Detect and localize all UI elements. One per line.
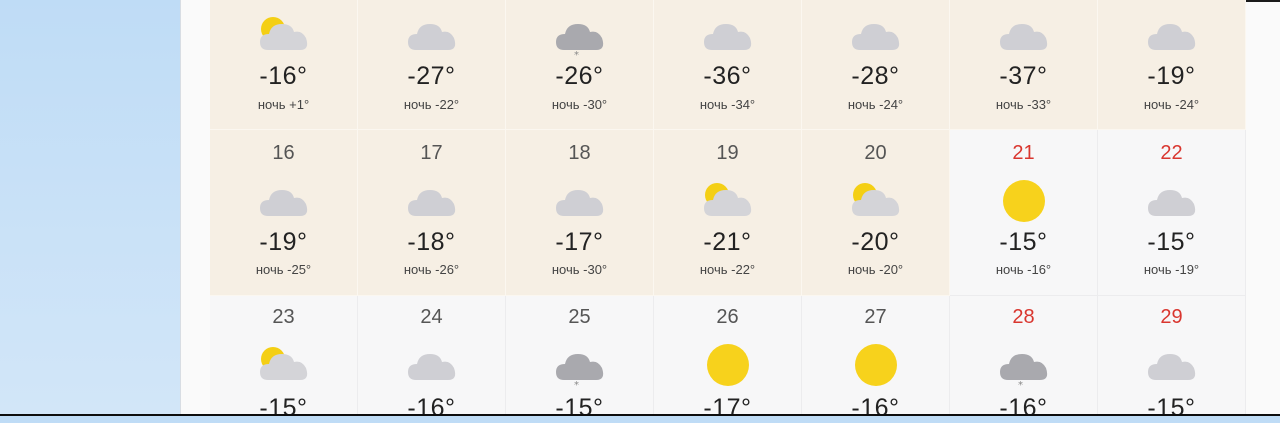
- night-temperature: ночь +1°: [257, 97, 310, 112]
- day-cell[interactable]: 18 -17° ночь -30°: [506, 130, 654, 296]
- night-temperature: ночь -22°: [699, 262, 756, 277]
- day-temperature: -16°: [407, 394, 456, 422]
- day-number: 21: [1012, 142, 1035, 164]
- day-cell[interactable]: -28° ночь -24°: [802, 0, 950, 130]
- day-temperature: -19°: [259, 228, 308, 256]
- cloudy-icon: [404, 342, 460, 388]
- snow-cloud-icon: *: [552, 12, 608, 61]
- cloudy-icon: [404, 12, 460, 58]
- day-number: 29: [1160, 306, 1183, 328]
- day-temperature: -15°: [1147, 228, 1196, 256]
- cloudy-icon: [404, 178, 460, 224]
- day-cell[interactable]: 16 -19° ночь -25°: [210, 130, 358, 296]
- day-temperature: -15°: [999, 228, 1048, 256]
- day-temperature: -26°: [555, 62, 604, 90]
- day-number: 17: [420, 142, 443, 164]
- day-temperature: -17°: [703, 394, 752, 422]
- day-cell[interactable]: 27 -16°: [802, 296, 950, 422]
- day-cell[interactable]: 19 -21° ночь -22°: [654, 130, 802, 296]
- day-temperature: -36°: [703, 62, 752, 90]
- night-temperature: ночь -30°: [551, 97, 608, 112]
- day-cell[interactable]: 22 -15° ночь -19°: [1098, 130, 1246, 296]
- night-temperature: ночь -24°: [1143, 97, 1200, 112]
- cloudy-icon: [552, 178, 608, 224]
- day-temperature: -15°: [1147, 394, 1196, 422]
- day-number: 20: [864, 142, 887, 164]
- day-cell[interactable]: 24 -16°: [358, 296, 506, 422]
- day-temperature: -18°: [407, 228, 456, 256]
- cloudy-icon: [700, 12, 756, 58]
- day-number: 25: [568, 306, 591, 328]
- day-number: 26: [716, 306, 739, 328]
- sun-icon: [848, 342, 904, 388]
- snow-cloud-icon: *: [996, 342, 1052, 391]
- svg-text:*: *: [574, 50, 579, 58]
- day-temperature: -16°: [851, 394, 900, 422]
- day-temperature: -21°: [703, 228, 752, 256]
- night-temperature: ночь -26°: [403, 262, 460, 277]
- svg-text:*: *: [1018, 380, 1023, 388]
- day-cell[interactable]: 26 -17°: [654, 296, 802, 422]
- night-temperature: ночь -25°: [255, 262, 312, 277]
- day-temperature: -19°: [1147, 62, 1196, 90]
- night-temperature: ночь -33°: [995, 97, 1052, 112]
- partly-cloudy-icon: [256, 12, 312, 58]
- day-number: 24: [420, 306, 443, 328]
- cloudy-icon: [1144, 12, 1200, 58]
- day-number: 27: [864, 306, 887, 328]
- day-cell[interactable]: -16° ночь +1°: [210, 0, 358, 130]
- night-temperature: ночь -34°: [699, 97, 756, 112]
- night-temperature: ночь -30°: [551, 262, 608, 277]
- day-cell[interactable]: -19° ночь -24°: [1098, 0, 1246, 130]
- sun-icon: [700, 342, 756, 388]
- night-temperature: ночь -19°: [1143, 262, 1200, 277]
- night-temperature: ночь -24°: [847, 97, 904, 112]
- night-temperature: ночь -16°: [995, 262, 1052, 277]
- day-number: 18: [568, 142, 591, 164]
- day-temperature: -28°: [851, 62, 900, 90]
- day-cell[interactable]: -36° ночь -34°: [654, 0, 802, 130]
- cloudy-icon: [1144, 178, 1200, 224]
- day-number: 22: [1160, 142, 1183, 164]
- day-cell[interactable]: 28 * -16°: [950, 296, 1098, 422]
- day-temperature: -16°: [999, 394, 1048, 422]
- day-cell[interactable]: -27° ночь -22°: [358, 0, 506, 130]
- cloudy-icon: [848, 12, 904, 58]
- partly-cloudy-icon: [700, 178, 756, 224]
- day-cell[interactable]: 25 * -15°: [506, 296, 654, 422]
- day-number: 28: [1012, 306, 1035, 328]
- day-cell[interactable]: 17 -18° ночь -26°: [358, 130, 506, 296]
- day-temperature: -27°: [407, 62, 456, 90]
- cloudy-icon: [996, 12, 1052, 58]
- partly-cloudy-icon: [256, 342, 312, 388]
- day-temperature: -15°: [555, 394, 604, 422]
- day-temperature: -37°: [999, 62, 1048, 90]
- day-temperature: -16°: [259, 62, 308, 90]
- day-number: 16: [272, 142, 295, 164]
- day-cell[interactable]: 21 -15° ночь -16°: [950, 130, 1098, 296]
- day-cell[interactable]: * -26° ночь -30°: [506, 0, 654, 130]
- day-cell[interactable]: -37° ночь -33°: [950, 0, 1098, 130]
- day-number: 23: [272, 306, 295, 328]
- day-cell[interactable]: 23 -15°: [210, 296, 358, 422]
- cloudy-icon: [256, 178, 312, 224]
- day-temperature: -17°: [555, 228, 604, 256]
- cloudy-icon: [1144, 342, 1200, 388]
- day-cell[interactable]: 29 -15°: [1098, 296, 1246, 422]
- night-temperature: ночь -22°: [403, 97, 460, 112]
- sun-icon: [996, 178, 1052, 224]
- day-number: 19: [716, 142, 739, 164]
- weather-calendar-grid: -16° ночь +1° -27° ночь -22° * -26° ночь…: [210, 0, 1246, 422]
- day-temperature: -15°: [259, 394, 308, 422]
- day-cell[interactable]: 20 -20° ночь -20°: [802, 130, 950, 296]
- partly-cloudy-icon: [848, 178, 904, 224]
- svg-text:*: *: [574, 380, 579, 388]
- night-temperature: ночь -20°: [847, 262, 904, 277]
- snow-cloud-icon: *: [552, 342, 608, 391]
- day-temperature: -20°: [851, 228, 900, 256]
